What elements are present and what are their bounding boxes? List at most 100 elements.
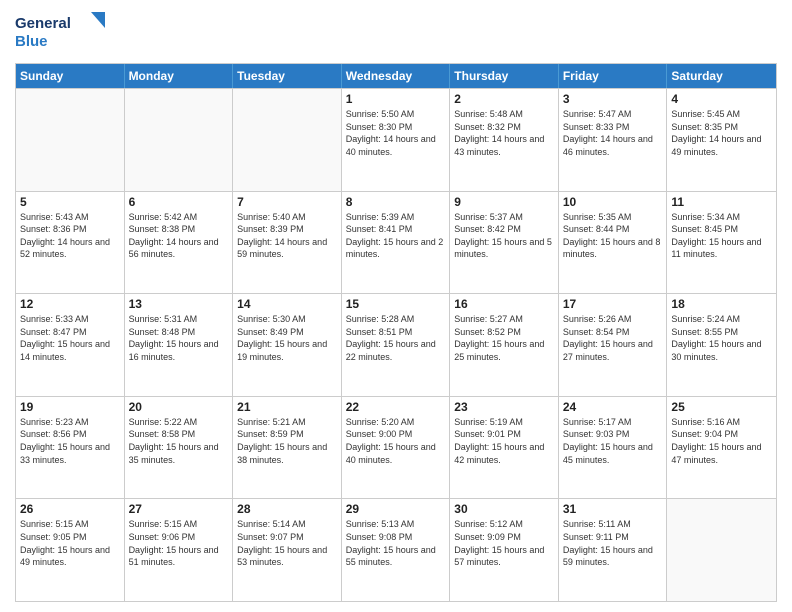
day-number: 11 <box>671 195 772 209</box>
day-5: 5 Sunrise: 5:43 AMSunset: 8:36 PMDayligh… <box>16 192 125 294</box>
cell-info: Sunrise: 5:42 AMSunset: 8:38 PMDaylight:… <box>129 211 229 261</box>
header-cell-sunday: Sunday <box>16 64 125 88</box>
cell-info: Sunrise: 5:47 AMSunset: 8:33 PMDaylight:… <box>563 108 663 158</box>
cell-info: Sunrise: 5:48 AMSunset: 8:32 PMDaylight:… <box>454 108 554 158</box>
day-number: 31 <box>563 502 663 516</box>
day-number: 25 <box>671 400 772 414</box>
header-cell-monday: Monday <box>125 64 234 88</box>
cell-info: Sunrise: 5:24 AMSunset: 8:55 PMDaylight:… <box>671 313 772 363</box>
day-number: 26 <box>20 502 120 516</box>
day-7: 7 Sunrise: 5:40 AMSunset: 8:39 PMDayligh… <box>233 192 342 294</box>
calendar-row-3: 12 Sunrise: 5:33 AMSunset: 8:47 PMDaylig… <box>16 293 776 396</box>
cell-info: Sunrise: 5:27 AMSunset: 8:52 PMDaylight:… <box>454 313 554 363</box>
day-number: 1 <box>346 92 446 106</box>
day-26: 26 Sunrise: 5:15 AMSunset: 9:05 PMDaylig… <box>16 499 125 601</box>
day-number: 13 <box>129 297 229 311</box>
day-8: 8 Sunrise: 5:39 AMSunset: 8:41 PMDayligh… <box>342 192 451 294</box>
cell-info: Sunrise: 5:37 AMSunset: 8:42 PMDaylight:… <box>454 211 554 261</box>
header-cell-tuesday: Tuesday <box>233 64 342 88</box>
day-13: 13 Sunrise: 5:31 AMSunset: 8:48 PMDaylig… <box>125 294 234 396</box>
day-23: 23 Sunrise: 5:19 AMSunset: 9:01 PMDaylig… <box>450 397 559 499</box>
empty-cell-0-0 <box>16 89 125 191</box>
cell-info: Sunrise: 5:11 AMSunset: 9:11 PMDaylight:… <box>563 518 663 568</box>
day-12: 12 Sunrise: 5:33 AMSunset: 8:47 PMDaylig… <box>16 294 125 396</box>
day-3: 3 Sunrise: 5:47 AMSunset: 8:33 PMDayligh… <box>559 89 668 191</box>
cell-info: Sunrise: 5:15 AMSunset: 9:05 PMDaylight:… <box>20 518 120 568</box>
empty-cell-0-2 <box>233 89 342 191</box>
calendar: SundayMondayTuesdayWednesdayThursdayFrid… <box>15 63 777 602</box>
day-18: 18 Sunrise: 5:24 AMSunset: 8:55 PMDaylig… <box>667 294 776 396</box>
day-22: 22 Sunrise: 5:20 AMSunset: 9:00 PMDaylig… <box>342 397 451 499</box>
cell-info: Sunrise: 5:40 AMSunset: 8:39 PMDaylight:… <box>237 211 337 261</box>
day-10: 10 Sunrise: 5:35 AMSunset: 8:44 PMDaylig… <box>559 192 668 294</box>
day-number: 12 <box>20 297 120 311</box>
cell-info: Sunrise: 5:17 AMSunset: 9:03 PMDaylight:… <box>563 416 663 466</box>
day-number: 9 <box>454 195 554 209</box>
day-number: 23 <box>454 400 554 414</box>
day-number: 2 <box>454 92 554 106</box>
cell-info: Sunrise: 5:31 AMSunset: 8:48 PMDaylight:… <box>129 313 229 363</box>
cell-info: Sunrise: 5:45 AMSunset: 8:35 PMDaylight:… <box>671 108 772 158</box>
day-number: 22 <box>346 400 446 414</box>
day-6: 6 Sunrise: 5:42 AMSunset: 8:38 PMDayligh… <box>125 192 234 294</box>
day-number: 14 <box>237 297 337 311</box>
day-27: 27 Sunrise: 5:15 AMSunset: 9:06 PMDaylig… <box>125 499 234 601</box>
day-28: 28 Sunrise: 5:14 AMSunset: 9:07 PMDaylig… <box>233 499 342 601</box>
day-number: 16 <box>454 297 554 311</box>
day-number: 21 <box>237 400 337 414</box>
day-29: 29 Sunrise: 5:13 AMSunset: 9:08 PMDaylig… <box>342 499 451 601</box>
day-20: 20 Sunrise: 5:22 AMSunset: 8:58 PMDaylig… <box>125 397 234 499</box>
day-number: 27 <box>129 502 229 516</box>
logo-svg: General Blue <box>15 10 105 55</box>
empty-cell-4-6 <box>667 499 776 601</box>
cell-info: Sunrise: 5:33 AMSunset: 8:47 PMDaylight:… <box>20 313 120 363</box>
day-21: 21 Sunrise: 5:21 AMSunset: 8:59 PMDaylig… <box>233 397 342 499</box>
calendar-row-5: 26 Sunrise: 5:15 AMSunset: 9:05 PMDaylig… <box>16 498 776 601</box>
calendar-row-2: 5 Sunrise: 5:43 AMSunset: 8:36 PMDayligh… <box>16 191 776 294</box>
day-number: 30 <box>454 502 554 516</box>
cell-info: Sunrise: 5:23 AMSunset: 8:56 PMDaylight:… <box>20 416 120 466</box>
cell-info: Sunrise: 5:26 AMSunset: 8:54 PMDaylight:… <box>563 313 663 363</box>
header-cell-friday: Friday <box>559 64 668 88</box>
cell-info: Sunrise: 5:34 AMSunset: 8:45 PMDaylight:… <box>671 211 772 261</box>
day-number: 29 <box>346 502 446 516</box>
day-9: 9 Sunrise: 5:37 AMSunset: 8:42 PMDayligh… <box>450 192 559 294</box>
day-number: 5 <box>20 195 120 209</box>
day-number: 6 <box>129 195 229 209</box>
cell-info: Sunrise: 5:50 AMSunset: 8:30 PMDaylight:… <box>346 108 446 158</box>
svg-text:Blue: Blue <box>15 33 48 50</box>
day-15: 15 Sunrise: 5:28 AMSunset: 8:51 PMDaylig… <box>342 294 451 396</box>
day-31: 31 Sunrise: 5:11 AMSunset: 9:11 PMDaylig… <box>559 499 668 601</box>
cell-info: Sunrise: 5:28 AMSunset: 8:51 PMDaylight:… <box>346 313 446 363</box>
cell-info: Sunrise: 5:43 AMSunset: 8:36 PMDaylight:… <box>20 211 120 261</box>
cell-info: Sunrise: 5:16 AMSunset: 9:04 PMDaylight:… <box>671 416 772 466</box>
logo: General Blue <box>15 10 105 55</box>
day-number: 15 <box>346 297 446 311</box>
day-number: 19 <box>20 400 120 414</box>
cell-info: Sunrise: 5:35 AMSunset: 8:44 PMDaylight:… <box>563 211 663 261</box>
cell-info: Sunrise: 5:19 AMSunset: 9:01 PMDaylight:… <box>454 416 554 466</box>
calendar-row-4: 19 Sunrise: 5:23 AMSunset: 8:56 PMDaylig… <box>16 396 776 499</box>
day-number: 3 <box>563 92 663 106</box>
day-4: 4 Sunrise: 5:45 AMSunset: 8:35 PMDayligh… <box>667 89 776 191</box>
cell-info: Sunrise: 5:15 AMSunset: 9:06 PMDaylight:… <box>129 518 229 568</box>
day-number: 20 <box>129 400 229 414</box>
cell-info: Sunrise: 5:21 AMSunset: 8:59 PMDaylight:… <box>237 416 337 466</box>
day-25: 25 Sunrise: 5:16 AMSunset: 9:04 PMDaylig… <box>667 397 776 499</box>
header-cell-wednesday: Wednesday <box>342 64 451 88</box>
svg-text:General: General <box>15 15 71 32</box>
header: General Blue <box>15 10 777 55</box>
page: General Blue SundayMondayTuesdayWednesda… <box>0 0 792 612</box>
calendar-header-row: SundayMondayTuesdayWednesdayThursdayFrid… <box>16 64 776 88</box>
day-1: 1 Sunrise: 5:50 AMSunset: 8:30 PMDayligh… <box>342 89 451 191</box>
day-24: 24 Sunrise: 5:17 AMSunset: 9:03 PMDaylig… <box>559 397 668 499</box>
cell-info: Sunrise: 5:20 AMSunset: 9:00 PMDaylight:… <box>346 416 446 466</box>
cell-info: Sunrise: 5:13 AMSunset: 9:08 PMDaylight:… <box>346 518 446 568</box>
day-number: 7 <box>237 195 337 209</box>
day-16: 16 Sunrise: 5:27 AMSunset: 8:52 PMDaylig… <box>450 294 559 396</box>
day-number: 17 <box>563 297 663 311</box>
empty-cell-0-1 <box>125 89 234 191</box>
header-cell-thursday: Thursday <box>450 64 559 88</box>
day-30: 30 Sunrise: 5:12 AMSunset: 9:09 PMDaylig… <box>450 499 559 601</box>
cell-info: Sunrise: 5:30 AMSunset: 8:49 PMDaylight:… <box>237 313 337 363</box>
